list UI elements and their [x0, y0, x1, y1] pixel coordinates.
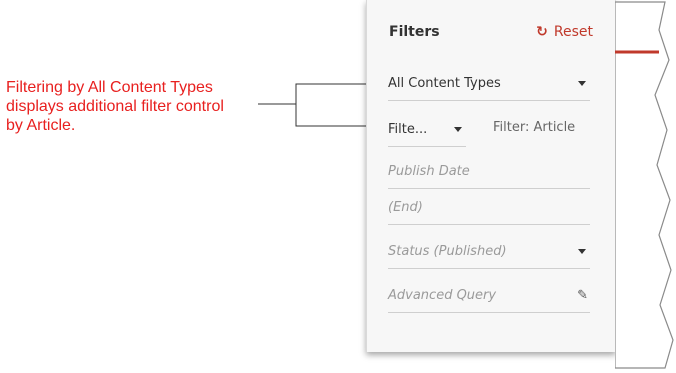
torn-edge [615, 1, 674, 369]
status-select[interactable]: Status (Published) [388, 234, 590, 269]
filter-type-value: Filte... [388, 121, 428, 137]
chevron-down-icon [578, 80, 586, 86]
status-placeholder: Status (Published) [388, 243, 507, 259]
content-type-value: All Content Types [388, 75, 501, 91]
end-date-placeholder: (End) [388, 199, 423, 215]
reset-button[interactable]: ↻ Reset [536, 24, 593, 40]
filter-type-select[interactable]: Filte... [388, 112, 466, 147]
content-type-select[interactable]: All Content Types [388, 66, 590, 101]
pencil-icon[interactable]: ✎ [577, 288, 588, 303]
filter-article-label: Filter: Article [493, 120, 576, 135]
chevron-down-icon [454, 126, 462, 132]
refresh-icon: ↻ [536, 24, 548, 40]
reset-label: Reset [553, 24, 593, 40]
filters-title: Filters [389, 24, 440, 40]
filters-header: Filters ↻ Reset [389, 20, 593, 44]
end-date-input[interactable]: (End) [388, 190, 590, 225]
publish-date-placeholder: Publish Date [388, 163, 470, 179]
chevron-down-icon [578, 248, 586, 254]
publish-date-input[interactable]: Publish Date [388, 154, 590, 189]
advanced-query-placeholder: Advanced Query [388, 287, 497, 303]
advanced-query-input[interactable]: Advanced Query ✎ [388, 278, 590, 313]
